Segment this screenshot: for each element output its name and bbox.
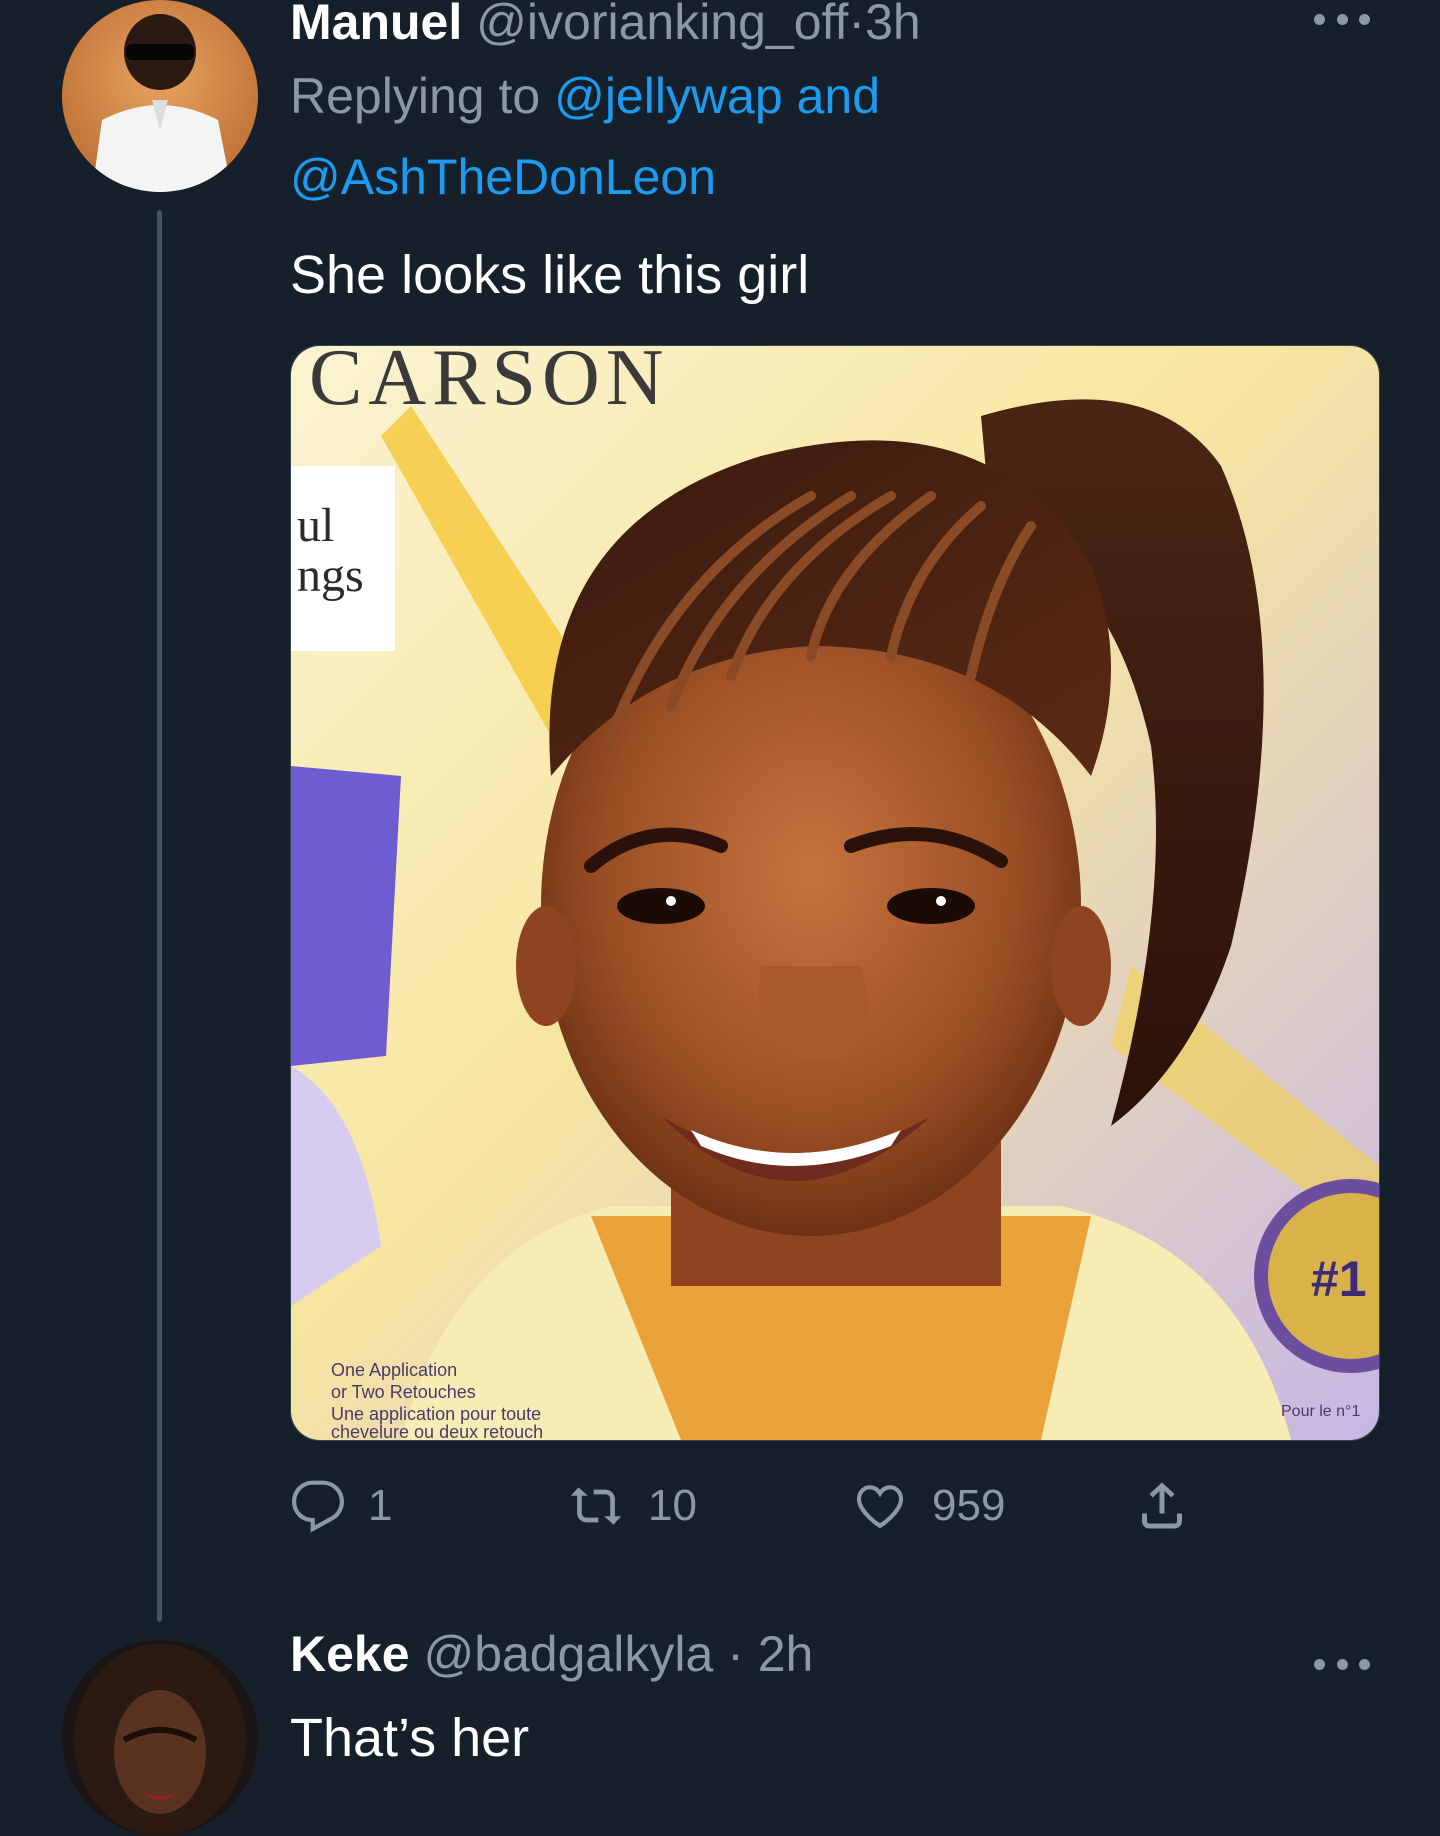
hair-product-photo: ul ngs CARSON One Application or Two Ret…: [291, 346, 1379, 1440]
tweet-actions: 1 10 959: [290, 1476, 1210, 1536]
side-label-text-1: ul: [297, 499, 334, 552]
mention-and[interactable]: and: [797, 68, 880, 124]
avatar-keke-image: [62, 1640, 258, 1836]
like-button[interactable]: 959: [850, 1476, 1005, 1536]
retweet-button[interactable]: 10: [566, 1476, 697, 1536]
reply-count: 1: [368, 1481, 393, 1530]
mention-ashthedonleon[interactable]: @AshTheDonLeon: [290, 149, 716, 205]
small-text-1: One Application: [331, 1360, 457, 1380]
tweet-text: She looks like this girl: [290, 245, 810, 305]
like-icon: [856, 1485, 904, 1529]
small-text-2: or Two Retouches: [331, 1382, 476, 1402]
reply-icon: [291, 1480, 345, 1533]
replying-to: Replying to @jellywap and: [290, 66, 880, 126]
timestamp[interactable]: 3h: [865, 0, 921, 50]
user-handle[interactable]: @badgalkyla: [423, 1626, 713, 1682]
tweet-header: Manuel @ivorianking_off·3h: [290, 0, 921, 52]
more-options-button[interactable]: [1314, 1657, 1370, 1671]
avatar-manuel[interactable]: [62, 0, 258, 192]
small-text-3: Une application pour toute: [331, 1404, 541, 1424]
avatar-keke[interactable]: [62, 1640, 258, 1836]
more-icon: [1314, 13, 1325, 25]
tweet-media[interactable]: ul ngs CARSON One Application or Two Ret…: [290, 345, 1380, 1441]
display-name[interactable]: Keke: [290, 1626, 410, 1682]
display-name[interactable]: Manuel: [290, 0, 462, 50]
reply-button[interactable]: 1: [290, 1476, 392, 1536]
share-button[interactable]: [1132, 1476, 1192, 1536]
retweet-count: 10: [648, 1481, 697, 1530]
avatar-manuel-image: [62, 0, 258, 192]
mention-jellywap[interactable]: @jellywap: [554, 68, 783, 124]
thread-line: [157, 210, 162, 1622]
tweet-keke[interactable]: Keke @badgalkyla · 2h That’s her: [0, 1600, 1440, 1836]
replying-to-line2: @AshTheDonLeon: [290, 147, 716, 207]
separator-dot: ·: [727, 1626, 744, 1682]
more-options-button[interactable]: [1314, 12, 1370, 26]
timestamp[interactable]: 2h: [758, 1626, 814, 1682]
small-text-4: chevelure ou deux retouch: [331, 1422, 543, 1440]
like-count: 959: [932, 1481, 1006, 1530]
brand-text: CARSON: [309, 346, 670, 422]
side-label-text-2: ngs: [297, 549, 364, 602]
corner-text: Pour le n°1: [1281, 1403, 1360, 1420]
tweet-text: That’s her: [290, 1708, 530, 1768]
retweet-icon: [570, 1487, 622, 1525]
tweet-header: Keke @badgalkyla · 2h: [290, 1624, 813, 1684]
tweet-manuel[interactable]: Manuel @ivorianking_off·3h Replying to @…: [0, 0, 1440, 1622]
share-icon: [1142, 1482, 1182, 1529]
more-icon: [1314, 1658, 1325, 1670]
badge-text: #1: [1311, 1251, 1367, 1307]
replying-prefix: Replying to: [290, 68, 541, 124]
separator-dot: ·: [848, 0, 866, 50]
user-handle[interactable]: @ivorianking_off: [476, 0, 848, 50]
